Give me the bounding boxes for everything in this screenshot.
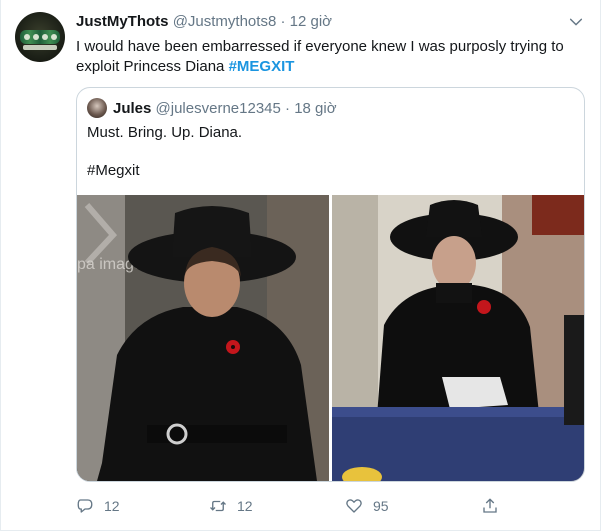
retweet-count: 12: [237, 498, 253, 514]
tweet-text: I would have been embarressed if everyon…: [76, 37, 586, 77]
chevron-down-icon[interactable]: [568, 14, 584, 30]
media-grid: pa images: [77, 195, 584, 481]
author-handle[interactable]: @Justmythots8: [173, 13, 277, 30]
tweet-header: JustMyThots @Justmythots8 · 12 giờ: [76, 13, 332, 30]
reply-count: 12: [104, 498, 120, 514]
user-avatar-icon[interactable]: [87, 98, 107, 118]
action-bar: 12 12 95: [76, 496, 516, 516]
share-button[interactable]: [481, 496, 509, 516]
photo-right[interactable]: [332, 195, 584, 481]
retweet-button[interactable]: 12: [209, 496, 253, 516]
quoted-text-line: Must. Bring. Up. Diana.: [87, 124, 243, 141]
separator-dot: ·: [285, 100, 291, 117]
photo-left[interactable]: pa images: [77, 195, 329, 481]
reply-button[interactable]: 12: [76, 496, 120, 516]
hashtag-link[interactable]: #MEGXIT: [229, 58, 295, 75]
tweet-text-body: I would have been embarressed if everyon…: [76, 38, 564, 75]
like-button[interactable]: 95: [345, 496, 389, 516]
retweet-icon: [210, 500, 226, 512]
crown-avatar-icon[interactable]: [15, 12, 65, 62]
like-count: 95: [373, 498, 389, 514]
separator-dot: ·: [280, 13, 286, 30]
quoted-author-name: Jules: [113, 100, 152, 117]
share-icon: [483, 498, 497, 513]
quoted-hashtag: #Megxit: [87, 162, 140, 179]
tweet-time[interactable]: 12 giờ: [290, 13, 332, 30]
reply-icon: [77, 499, 93, 513]
quoted-author-handle: @julesverne12345: [155, 100, 281, 117]
quoted-tweet[interactable]: Jules @julesverne12345 · 18 giờ Must. Br…: [76, 87, 585, 482]
author-name[interactable]: JustMyThots: [76, 13, 169, 30]
quoted-tweet-header: Jules @julesverne12345 · 18 giờ: [113, 100, 337, 117]
quoted-tweet-time: 18 giờ: [294, 100, 337, 117]
heart-icon: [346, 499, 362, 513]
tweet[interactable]: JustMyThots @Justmythots8 · 12 giờ I wou…: [0, 0, 601, 531]
